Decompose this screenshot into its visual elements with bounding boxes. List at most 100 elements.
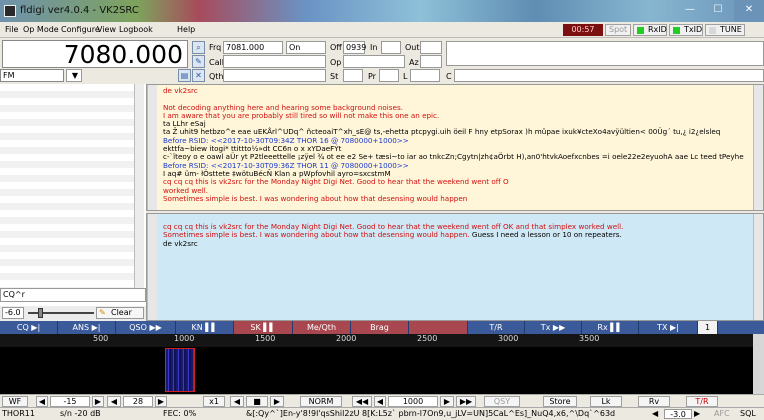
macro-button-4[interactable]: KN ▌▌ — [176, 321, 234, 334]
macro-button-2[interactable]: ANS ▶| — [58, 321, 116, 334]
rxid-led-icon — [637, 27, 644, 34]
macro-button-7[interactable]: Brag — [351, 321, 409, 334]
imd-down-icon[interactable]: ◀ — [652, 409, 662, 419]
cq-text-field[interactable]: CQ^r — [0, 288, 146, 302]
mode-select[interactable]: FM — [0, 69, 64, 82]
ref-level-field[interactable]: -15 — [50, 396, 90, 407]
province-field[interactable] — [379, 69, 399, 82]
scale-tick-label: 1000 — [174, 334, 195, 343]
afc-button[interactable]: AFC — [714, 409, 734, 419]
squelch-slider-handle[interactable] — [38, 308, 43, 318]
spot-button[interactable]: Spot — [605, 24, 631, 36]
macro-button-6[interactable]: Me/Qth — [293, 321, 351, 334]
zoom-button[interactable]: x1 — [203, 396, 225, 407]
book-icon[interactable]: ▤ — [178, 69, 191, 82]
norm-button[interactable]: NORM — [300, 396, 342, 407]
ref-up-icon[interactable]: ▶ — [92, 396, 104, 407]
sql-button[interactable]: SQL — [740, 409, 762, 419]
transmit-text-pane[interactable]: cq cq cq this is vk2src for the Monday N… — [146, 213, 764, 321]
freq-fast-down-icon[interactable]: ◀◀ — [352, 396, 372, 407]
tr-button[interactable]: T/R — [686, 396, 718, 407]
state-field[interactable] — [343, 69, 363, 82]
imd-value[interactable]: -3.0 — [664, 409, 692, 419]
macro-button-11[interactable]: Rx ▌▌ — [582, 321, 639, 334]
carrier-freq-field[interactable]: 1000 — [388, 396, 438, 407]
window-title: fldigi ver4.0.4 - VK2SRC — [20, 5, 139, 16]
mode-dropdown-icon[interactable]: ▼ — [66, 69, 82, 82]
title-bar: fldigi ver4.0.4 - VK2SRC — ☐ ✕ — [0, 0, 764, 22]
macro-button-12[interactable]: TX ▶| — [639, 321, 698, 334]
rst-out-field[interactable] — [420, 41, 442, 54]
waterfall-scrollbar[interactable] — [753, 334, 764, 394]
tune-button[interactable]: TUNE — [705, 24, 745, 36]
clear-icon[interactable]: ✕ — [192, 69, 205, 82]
freq-fast-up-icon[interactable]: ▶▶ — [456, 396, 476, 407]
range-up-icon[interactable]: ▶ — [155, 396, 167, 407]
frequency-display[interactable]: 7080.000 — [2, 40, 188, 69]
close-button[interactable]: ✕ — [734, 0, 764, 22]
broom-icon: ✎ — [99, 308, 106, 317]
tx-right-scrollbar[interactable] — [753, 214, 763, 320]
range-down-icon[interactable]: ◀ — [107, 396, 121, 407]
freq-up-icon[interactable]: ▶ — [440, 396, 454, 407]
signal-cursor[interactable] — [165, 348, 195, 392]
rxid-button[interactable]: RxID — [633, 24, 667, 36]
wf-mode-button[interactable]: WF — [2, 396, 28, 407]
notes-field[interactable] — [446, 41, 764, 66]
macro-button-3[interactable]: QSO ▶▶ — [116, 321, 176, 334]
country-field[interactable] — [454, 69, 764, 82]
imd-up-icon[interactable]: ▶ — [694, 409, 704, 419]
menu-view[interactable]: View — [97, 25, 116, 34]
rst-in-field[interactable] — [381, 41, 401, 54]
macro-button-10[interactable]: Tx ▶▶ — [525, 321, 582, 334]
menu-logbook[interactable]: Logbook — [119, 25, 153, 34]
call-field[interactable] — [223, 55, 326, 68]
menu-file[interactable]: File — [5, 25, 18, 34]
on-time-field[interactable]: On — [286, 41, 326, 54]
pencil-icon[interactable]: ✎ — [192, 55, 205, 68]
fldigi-app-icon — [4, 5, 16, 17]
rx-line: de vk2src — [163, 87, 198, 95]
frequency-scale[interactable]: 500 1000 1500 2000 2500 3000 3500 — [0, 334, 753, 347]
rx-right-scrollbar[interactable] — [753, 85, 763, 210]
tx-left-scrollbar[interactable] — [147, 214, 157, 320]
azimuth-field[interactable] — [420, 55, 442, 68]
menu-configure[interactable]: Configure — [61, 25, 100, 34]
macro-button-8[interactable] — [409, 321, 468, 334]
minimize-button[interactable]: — — [676, 0, 704, 22]
reverse-button[interactable]: Rv — [638, 396, 670, 407]
maximize-button[interactable]: ☐ — [704, 0, 732, 22]
snr-status: s/n -20 dB — [60, 409, 101, 418]
macro-button-5[interactable]: SK ▌▌ — [234, 321, 293, 334]
receive-text-pane[interactable]: de vk2src Not decoding anything here and … — [146, 84, 764, 211]
freq-down-icon[interactable]: ◀ — [374, 396, 386, 407]
range-field[interactable]: 28 — [123, 396, 153, 407]
qsy-button[interactable]: QSY — [484, 396, 520, 407]
macro-bar: CQ ▶| ANS ▶| QSO ▶▶ KN ▌▌ SK ▌▌ Me/Qth Brag T/R… — [0, 321, 764, 334]
rx-left-scrollbar[interactable] — [147, 85, 157, 210]
store-button[interactable]: Store — [543, 396, 577, 407]
squelch-value[interactable]: -6.0 — [2, 307, 24, 319]
waterfall-panel[interactable]: 500 1000 1500 2000 2500 3000 3500 — [0, 334, 764, 394]
ref-down-icon[interactable]: ◀ — [36, 396, 48, 407]
operator-field[interactable] — [343, 55, 405, 68]
macro-button-9[interactable]: T/R — [468, 321, 525, 334]
search-icon[interactable]: ⌕ — [192, 41, 205, 54]
macro-button-1[interactable]: CQ ▶| — [0, 321, 58, 334]
mode-status[interactable]: THOR11 — [2, 409, 48, 419]
scroll-right-icon[interactable]: ▶ — [270, 396, 284, 407]
center-icon[interactable]: ■ — [246, 396, 268, 407]
menu-op-mode[interactable]: Op Mode — [23, 25, 59, 34]
signal-browser-list[interactable] — [0, 84, 134, 288]
lock-button[interactable]: Lk — [590, 396, 622, 407]
menu-help[interactable]: Help — [177, 25, 195, 34]
off-time-field[interactable]: 0939 — [343, 41, 366, 54]
locator-field[interactable] — [410, 69, 440, 82]
macro-button-13[interactable]: 1 — [698, 321, 718, 334]
l-label: L — [403, 72, 408, 81]
frq-field[interactable]: 7081.000 — [223, 41, 283, 54]
scroll-left-icon[interactable]: ◀ — [230, 396, 244, 407]
qth-field[interactable] — [223, 69, 326, 82]
txid-button[interactable]: TxID — [669, 24, 703, 36]
browser-scrollbar[interactable] — [134, 84, 144, 288]
